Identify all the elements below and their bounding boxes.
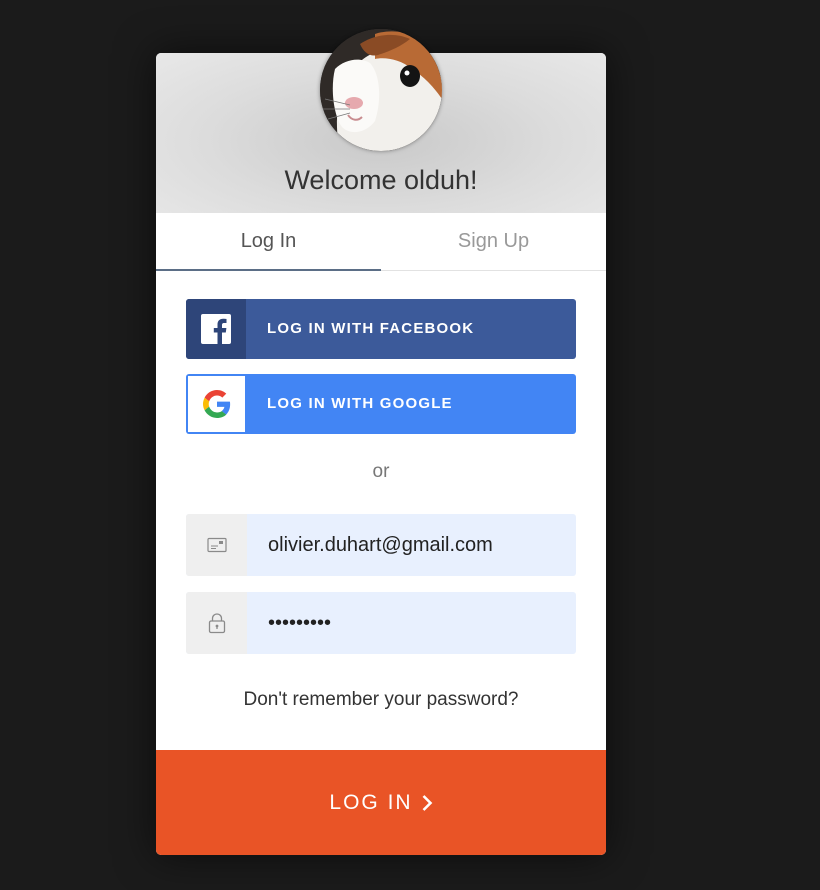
lock-icon (186, 592, 247, 654)
tab-sign-up[interactable]: Sign Up (381, 213, 606, 270)
google-login-button[interactable]: LOG IN WITH GOOGLE (186, 374, 576, 434)
card-header: Welcome olduh! (156, 29, 606, 213)
forgot-password-link[interactable]: Don't remember your password? (156, 689, 606, 711)
login-submit-button[interactable]: LOG IN (156, 750, 606, 855)
password-input[interactable] (247, 592, 576, 654)
or-divider: or (372, 461, 390, 482)
google-login-label: LOG IN WITH GOOGLE (267, 395, 453, 412)
envelope-icon (186, 514, 247, 576)
tab-log-in[interactable]: Log In (156, 213, 381, 270)
avatar (320, 29, 442, 151)
facebook-login-button[interactable]: LOG IN WITH FACEBOOK (186, 299, 576, 359)
password-field (186, 592, 576, 654)
facebook-login-label: LOG IN WITH FACEBOOK (267, 320, 475, 337)
auth-tabs: Log In Sign Up (156, 213, 606, 271)
email-input[interactable] (247, 514, 576, 576)
welcome-title: Welcome olduh! (284, 165, 478, 195)
google-icon (188, 376, 245, 432)
login-card: Welcome olduh! Log In Sign Up LOG IN WIT… (156, 29, 606, 855)
email-field (186, 514, 576, 576)
facebook-icon (186, 299, 246, 359)
login-submit-label: LOG IN (329, 790, 413, 814)
chevron-right-icon (421, 794, 433, 812)
active-tab-indicator (156, 269, 381, 271)
